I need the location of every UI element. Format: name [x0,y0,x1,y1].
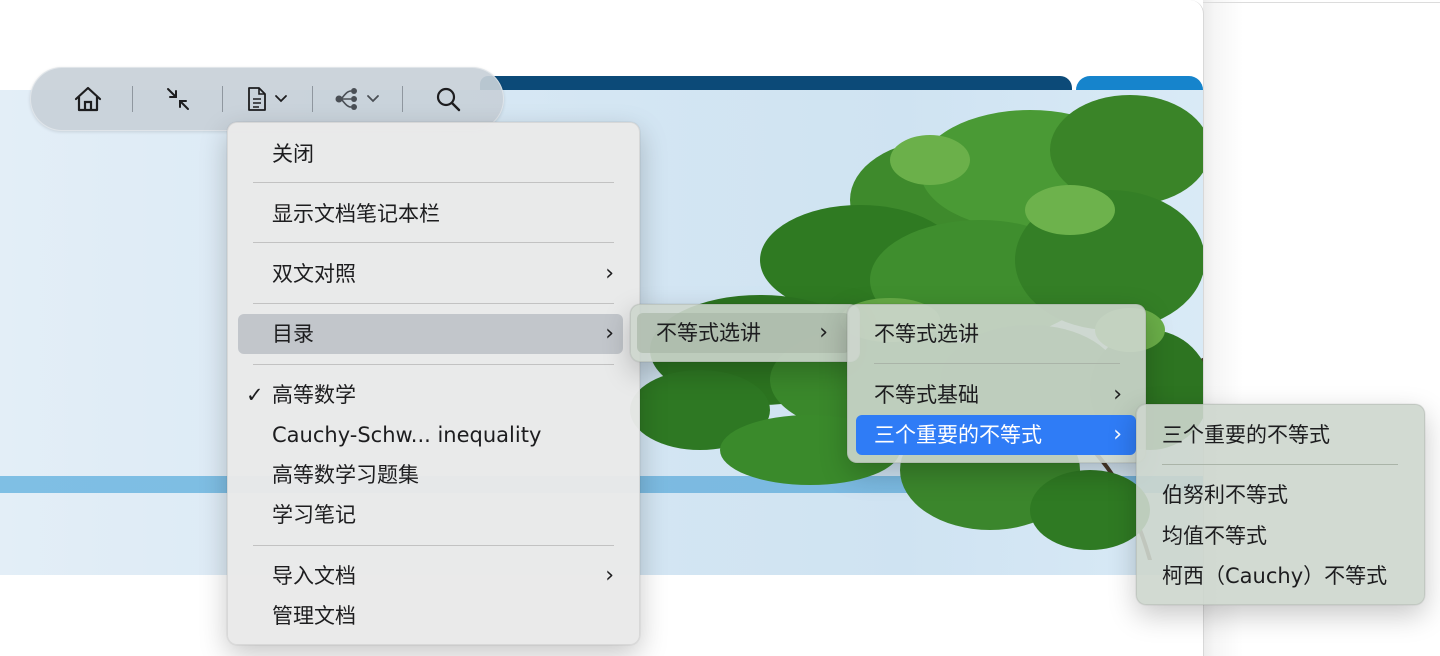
home-button[interactable] [68,67,108,131]
divider [1203,2,1440,3]
menu-item-toc-chapter[interactable]: 不等式选讲 › [637,313,850,353]
collapse-icon [167,88,189,110]
toolbar-divider [312,86,313,112]
menu-item-label: Cauchy-Schw... inequality [272,423,542,447]
menu-item-subsection[interactable]: 柯西（Cauchy）不等式 [1162,556,1417,596]
menu-item-label: 双文对照 [272,262,356,286]
home-icon [74,86,102,112]
chevron-right-icon: › [605,261,614,286]
menu-item-label: 不等式基础 [874,383,979,407]
menu-item-subsection-header[interactable]: 三个重要的不等式 [1162,415,1412,455]
toc-section-submenu: 不等式选讲 不等式基础 › 三个重要的不等式 › [847,304,1146,463]
menu-item-label: 不等式选讲 [874,322,979,346]
menu-item-doc[interactable]: 学习笔记 [272,495,622,535]
menu-item-show-notebook-bar[interactable]: 显示文档笔记本栏 [272,194,622,234]
toolbar-divider [132,86,133,112]
banner-top-bar [480,76,1072,90]
document-dropdown-menu: 关闭 显示文档笔记本栏 双文对照 › 目录 › ✓ 高等数学 Cauchy-Sc… [227,122,640,645]
menu-item-doc[interactable]: 高等数学习题集 [272,455,622,495]
toc-submenu: 不等式选讲 › [630,304,860,362]
chevron-down-icon [367,95,379,103]
menu-item-label: 高等数学习题集 [272,463,419,487]
document-icon [248,87,266,111]
menu-separator [874,363,1120,364]
checkmark-icon: ✓ [246,383,264,407]
menu-separator [253,545,614,546]
menu-item-doc[interactable]: Cauchy-Schw... inequality [272,415,622,455]
menu-item-doc[interactable]: 高等数学 [272,375,622,415]
menu-separator [253,182,614,183]
menu-item-label: 三个重要的不等式 [874,423,1042,447]
menu-item-label: 柯西（Cauchy）不等式 [1162,564,1388,588]
menu-item-label: 学习笔记 [272,503,356,527]
menu-item-section-selected[interactable]: 三个重要的不等式 › [856,415,1136,455]
menu-separator [1162,464,1398,465]
banner-tab [1076,76,1203,90]
search-icon [436,87,461,112]
chevron-right-icon: › [605,563,614,588]
menu-item-label: 不等式选讲 [656,321,761,345]
menu-separator [253,364,614,365]
menu-item-section-header[interactable]: 不等式选讲 [874,314,1134,354]
menu-separator [253,303,614,304]
menu-item-label: 关闭 [272,142,314,166]
menu-item-label: 导入文档 [272,564,356,588]
menu-item-label: 高等数学 [272,383,356,407]
chevron-right-icon: › [1113,382,1122,407]
menu-item-label: 目录 [272,322,314,346]
menu-item-import[interactable]: 导入文档 › [272,556,614,596]
menu-item-label: 三个重要的不等式 [1162,423,1330,447]
menu-item-bilingual[interactable]: 双文对照 › [272,254,614,294]
collapse-button[interactable] [158,67,198,131]
menu-item-label: 管理文档 [272,604,356,628]
menu-item-label: 伯努利不等式 [1162,483,1288,507]
menu-item-label: 均值不等式 [1162,524,1267,548]
menu-separator [253,242,614,243]
chevron-down-icon [275,95,287,103]
chevron-right-icon: › [605,321,614,346]
chevron-right-icon: › [1113,422,1122,447]
toolbar-divider [222,86,223,112]
menu-item-section[interactable]: 不等式基础 › [874,375,1122,415]
menu-item-label: 显示文档笔记本栏 [272,202,440,226]
chevron-right-icon: › [819,320,828,345]
toc-subsection-submenu: 三个重要的不等式 伯努利不等式 均值不等式 柯西（Cauchy）不等式 [1136,404,1425,605]
menu-item-subsection[interactable]: 伯努利不等式 [1162,475,1412,515]
menu-item-subsection[interactable]: 均值不等式 [1162,516,1412,556]
mindmap-icon [335,88,357,110]
menu-item-close[interactable]: 关闭 [272,134,622,174]
menu-item-toc[interactable]: 目录 › [238,314,623,354]
menu-item-manage[interactable]: 管理文档 [272,596,622,636]
toolbar-divider [402,86,403,112]
